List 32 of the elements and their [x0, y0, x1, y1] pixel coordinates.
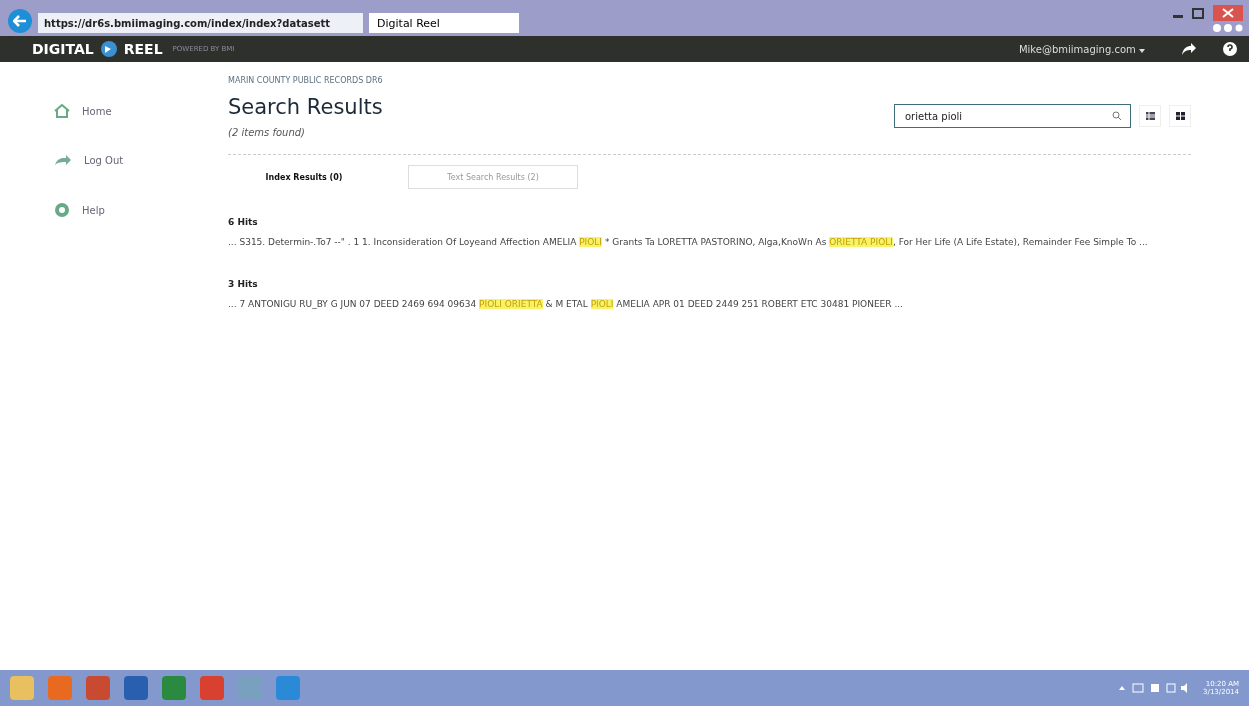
- sidebar-item[interactable]: Log Out: [54, 154, 228, 166]
- search-input[interactable]: orietta pioli: [903, 109, 1112, 123]
- list-icon: [1145, 112, 1155, 120]
- search-field[interactable]: orietta pioli: [894, 104, 1131, 128]
- hits-heading: 6 Hits: [228, 217, 259, 227]
- result-snippet[interactable]: ... 7 ANTONIGU RU_BY G JUN 07 DEED 2469 694 09634 PIOLI ORIETTA & M ETAL PIOLI AMELIA APR 01 DEED 2449 251 ROBERT ETC 30481 PIONEER ...: [228, 296, 1163, 313]
- user-menu[interactable]: Mike@bmiimaging.com: [1012, 42, 1151, 56]
- sidebar-item[interactable]: Home: [54, 104, 228, 118]
- sidebar-item[interactable]: Help: [54, 202, 228, 218]
- search-icon[interactable]: [1112, 111, 1122, 121]
- grid-view-button[interactable]: [1169, 105, 1191, 127]
- page-title: Search Results: [228, 95, 384, 119]
- window-controls-drawing[interactable]: [1173, 5, 1243, 33]
- caret-icon: [1139, 48, 1145, 53]
- address-bar[interactable]: https://dr6s.bmiimaging.com/index/index?datasett: [38, 13, 363, 33]
- back-arrow-icon: [13, 15, 27, 27]
- back-button[interactable]: [8, 9, 32, 33]
- browser-tab[interactable]: Digital Reel: [369, 13, 519, 33]
- result-count: (2 items found): [228, 127, 306, 138]
- share-icon[interactable]: [1181, 42, 1197, 56]
- logo-icon: [99, 40, 118, 58]
- logo-text: DIGITAL: [32, 41, 94, 57]
- arrow-icon: [54, 154, 72, 166]
- grid-icon: [1175, 112, 1185, 120]
- app-icon[interactable]: [124, 676, 148, 700]
- home-icon: [54, 104, 70, 118]
- breadcrumb: MARIN COUNTY PUBLIC RECORDS DR6: [228, 76, 384, 85]
- list-view-button[interactable]: [1139, 105, 1161, 127]
- result-snippet[interactable]: ... S315. Determin-.To7 --" . 1 1. Inconsideration Of Loyeand Affection AMELIA PIOLI * Grants Ta LORETTA PASTORINO, Alga,KnoWn As ORIETTA PIOLI, For Her Life (A Life Estate), Remainder Fee Simple To ...: [228, 234, 1163, 251]
- hits-heading: 3 Hits: [228, 279, 259, 289]
- logo-text: REEL: [123, 41, 163, 57]
- tray-icons-drawing[interactable]: [1119, 683, 1190, 693]
